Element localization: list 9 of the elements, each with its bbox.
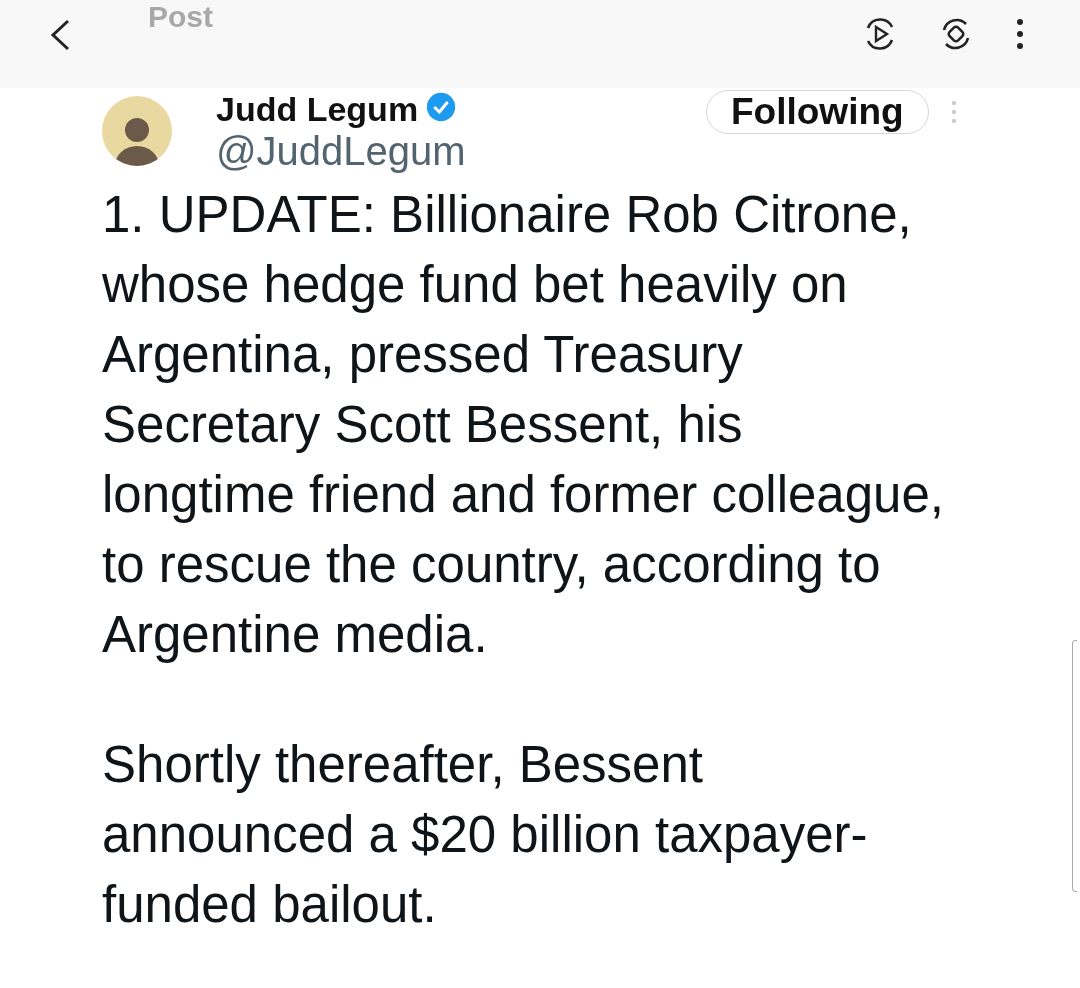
tweet-paragraph: Shortly thereafter, Bessent announced a $20 billion taxpayer-funded bailout. <box>102 735 869 935</box>
user-handle[interactable]: @JuddLegum <box>216 128 656 174</box>
following-button[interactable]: Following <box>706 90 929 134</box>
more-icon[interactable] <box>1015 18 1025 50</box>
tweet-paragraph: 1. UPDATE: Billionaire Rob Citrone, whose hedge fund bet heavily on Argentina, pressed Treasury Secretary Scott Bessent, his longtime friend and former colleague, to rescue the country, according to Argentine media. <box>102 185 945 665</box>
page-title: Post <box>148 0 213 34</box>
display-name[interactable]: Judd Legum <box>216 90 419 128</box>
scrollbar[interactable] <box>1072 640 1077 892</box>
back-icon[interactable] <box>48 18 72 52</box>
